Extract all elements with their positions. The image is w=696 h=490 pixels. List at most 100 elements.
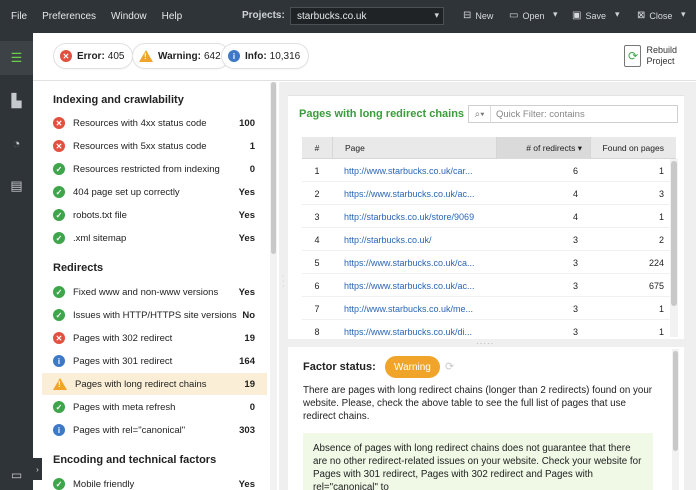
speedometer-icon[interactable]: ◔ (0, 126, 33, 160)
warning-label: Warning: (158, 50, 201, 62)
menu-bar: File Preferences Window Help (11, 11, 197, 22)
open-button-label: Open (522, 10, 545, 21)
site-audit-icon[interactable]: ☰ (0, 41, 33, 75)
factor-label: Issues with HTTP/HTTPS site versions (73, 309, 237, 321)
quick-filter-placeholder: Quick Filter: contains (496, 108, 585, 120)
factor-note: Absence of pages with long redirect chai… (303, 433, 653, 490)
table-title: Pages with long redirect chains (299, 108, 465, 120)
col-num[interactable]: # (302, 137, 332, 159)
open-button[interactable]: ▭ Open (509, 10, 544, 21)
table-scrollbar[interactable] (670, 159, 678, 337)
redirects-cell: 3 (572, 303, 578, 314)
horizontal-splitter[interactable]: ····· (288, 339, 696, 348)
check-icon: ✓ (53, 286, 65, 298)
save-icon: ▣ (572, 10, 582, 21)
factor-value: Yes (238, 232, 255, 244)
factor-row[interactable]: ✕ Resources with 5xx status code 1 (42, 135, 267, 157)
redirects-cell: 3 (572, 257, 578, 268)
page-url-link[interactable]: http://starbucks.co.uk/store/9069 (332, 205, 496, 228)
expand-rail-icon[interactable]: › (33, 458, 42, 480)
top-bar: File Preferences Window Help Projects: s… (0, 0, 696, 33)
table-row[interactable]: 7 http://www.starbucks.co.uk/me... 3 1 (302, 297, 676, 320)
factor-value: 19 (244, 378, 255, 390)
project-select[interactable]: starbucks.co.uk ▾ (290, 7, 444, 25)
factor-row[interactable]: ✓ Fixed www and non-www versions Yes (42, 281, 267, 303)
factor-row[interactable]: ✕ Resources with 4xx status code 100 (42, 112, 267, 134)
new-button-label: New (475, 10, 494, 21)
section-title[interactable]: Encoding and technical factors (53, 454, 216, 466)
notes-icon[interactable]: ▭ (0, 460, 33, 490)
factor-row[interactable]: i Pages with 301 redirect 164 (42, 350, 267, 372)
table-row[interactable]: 2 https://www.starbucks.co.uk/ac... 4 3 (302, 182, 676, 205)
factor-value: Yes (238, 286, 255, 298)
factor-row[interactable]: ✓ 404 page set up correctly Yes (42, 181, 267, 203)
factor-row[interactable]: ✓ Mobile friendly Yes (42, 473, 267, 490)
sort-desc-icon: ▾ (577, 142, 582, 153)
rebuild-project-button[interactable]: ⟳ Rebuild Project (624, 45, 677, 67)
found-on-pages-cell: 3 (658, 188, 664, 199)
search-icon[interactable]: ⌕▾ (469, 106, 491, 122)
close-button[interactable]: ⊠ Close (637, 10, 672, 21)
save-dropdown-icon[interactable]: ▾ (615, 9, 620, 20)
page-url-link[interactable]: https://www.starbucks.co.uk/ac... (332, 182, 496, 205)
open-dropdown-icon[interactable]: ▾ (553, 9, 558, 20)
factor-label: Pages with 301 redirect (73, 355, 173, 367)
col-found[interactable]: Found on pages (590, 137, 676, 159)
page-url-link[interactable]: https://www.starbucks.co.uk/ca... (332, 251, 496, 274)
col-page[interactable]: Page (332, 137, 496, 159)
page-url-link[interactable]: https://www.starbucks.co.uk/ac... (332, 274, 496, 297)
redirects-cell: 3 (572, 280, 578, 291)
info-icon: i (53, 355, 65, 367)
table-row[interactable]: 6 https://www.starbucks.co.uk/ac... 3 675 (302, 274, 676, 297)
factor-row[interactable]: ✕ Pages with 302 redirect 19 (42, 327, 267, 349)
row-number-cell: 4 (314, 234, 320, 245)
warning-count-pill[interactable]: ! Warning: 642 (133, 44, 229, 68)
menu-preferences[interactable]: Preferences (42, 11, 96, 22)
factor-label: Resources with 4xx status code (73, 117, 207, 129)
page-url-link[interactable]: http://www.starbucks.co.uk/car... (332, 159, 496, 182)
refresh-icon[interactable]: ⟳ (445, 360, 454, 373)
new-button[interactable]: ⊟ New (463, 10, 493, 21)
factor-value: 1 (249, 140, 255, 152)
factor-value: 0 (249, 163, 255, 175)
vertical-splitter[interactable]: · · · (279, 82, 288, 490)
page-url-link[interactable]: http://www.starbucks.co.uk/me... (332, 297, 496, 320)
factor-row[interactable]: ✓ Issues with HTTP/HTTPS site versions No (42, 304, 267, 326)
section-title[interactable]: Redirects (53, 262, 103, 274)
page-url-link[interactable]: http://starbucks.co.uk/ (332, 228, 496, 251)
site-structure-icon[interactable]: ▙ (0, 84, 33, 118)
error-count-pill[interactable]: ✕ Error: 405 (54, 44, 133, 68)
table-row[interactable]: 5 https://www.starbucks.co.uk/ca... 3 224 (302, 251, 676, 274)
redirects-cell: 4 (572, 188, 578, 199)
factors-scrollbar[interactable] (270, 82, 277, 490)
factor-row[interactable]: ! Pages with long redirect chains 19 (42, 373, 267, 395)
panel-gap (288, 82, 696, 95)
info-count-pill[interactable]: i Info: 10,316 (222, 44, 309, 68)
table-row[interactable]: 3 http://starbucks.co.uk/store/9069 4 1 (302, 205, 676, 228)
col-redirects[interactable]: # of redirects ▾ (496, 137, 590, 159)
factor-scrollbar[interactable] (672, 349, 679, 490)
factor-row[interactable]: i Pages with rel="canonical" 303 (42, 419, 267, 441)
table-row[interactable]: 4 http://starbucks.co.uk/3 2 (302, 228, 676, 251)
save-button[interactable]: ▣ Save (572, 10, 606, 21)
factor-row[interactable]: ✓ robots.txt file Yes (42, 204, 267, 226)
reports-icon[interactable]: ▤ (0, 169, 33, 203)
factor-row[interactable]: ✓ Resources restricted from indexing 0 (42, 158, 267, 180)
factor-row[interactable]: ✓ .xml sitemap Yes (42, 227, 267, 249)
col-redirects-label: # of redirects (526, 143, 576, 153)
table-row[interactable]: 1 http://www.starbucks.co.uk/car... 6 1 (302, 159, 676, 182)
error-icon: ✕ (53, 140, 65, 152)
menu-window[interactable]: Window (111, 11, 147, 22)
factor-label: Pages with long redirect chains (75, 378, 207, 390)
close-dropdown-icon[interactable]: ▾ (681, 9, 686, 20)
menu-help[interactable]: Help (162, 11, 183, 22)
check-icon: ✓ (53, 209, 65, 221)
quick-filter-input[interactable]: ⌕▾ Quick Filter: contains (468, 105, 678, 123)
error-count: 405 (107, 50, 125, 62)
menu-file[interactable]: File (11, 11, 27, 22)
factor-scroll-thumb[interactable] (673, 351, 678, 451)
table-scroll-thumb[interactable] (671, 161, 677, 306)
section-title[interactable]: Indexing and crawlability (53, 94, 184, 106)
factor-row[interactable]: ✓ Pages with meta refresh 0 (42, 396, 267, 418)
factors-scroll-thumb[interactable] (271, 82, 276, 254)
